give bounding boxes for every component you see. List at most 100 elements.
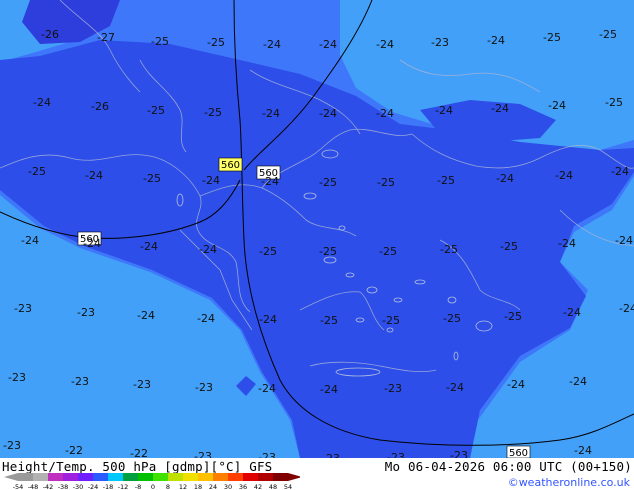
temperature-label: -24 (140, 240, 158, 253)
scale-tick-label: 48 (269, 483, 277, 490)
temperature-label: -24 (619, 302, 634, 315)
scale-right-arrow (288, 473, 300, 481)
temperature-label: -25 (147, 104, 165, 117)
temperature-label: -24 (263, 38, 281, 51)
scale-tick-label: 36 (239, 483, 247, 490)
scale-tick-label: 30 (224, 483, 232, 490)
scale-tick-label: -48 (28, 483, 39, 490)
temperature-label: -24 (507, 378, 525, 391)
temperature-label: -25 (377, 176, 395, 189)
temperature-label: -25 (379, 245, 397, 258)
temperature-label: -24 (320, 383, 338, 396)
temperature-label: -25 (440, 243, 458, 256)
temperature-label: -24 (85, 169, 103, 182)
temperature-label: -24 (262, 107, 280, 120)
temperature-label: -24 (563, 306, 581, 319)
temperature-label: -25 (320, 314, 338, 327)
temperature-label: -24 (83, 237, 101, 250)
temperature-label: -23 (387, 451, 405, 458)
temperature-label: -23 (194, 450, 212, 458)
scale-tick-label: 18 (194, 483, 202, 490)
temperature-label: -24 (376, 107, 394, 120)
scale-tick-label: -18 (103, 483, 114, 490)
temperature-label: -24 (259, 313, 277, 326)
temperature-label: -24 (33, 96, 51, 109)
temperature-label: -25 (599, 28, 617, 41)
temperature-label: -24 (137, 309, 155, 322)
scale-tick-label: 24 (209, 483, 217, 490)
temperature-label: -22 (130, 447, 148, 458)
color-swatches (4, 473, 300, 481)
weather-map: 560 560 560 560 -26 -27 -25 -25 -24 -24 -24 -23… (0, 0, 634, 458)
scale-swatch (258, 473, 273, 481)
temperature-label: -24 (574, 444, 592, 457)
temperature-label: -24 (496, 172, 514, 185)
scale-tick-label: 42 (254, 483, 262, 490)
temperature-label: -24 (258, 382, 276, 395)
scale-swatch (18, 473, 33, 481)
color-scale-bar: -54 -48 -42 -38 -30 -24 -18 -12 -8 0 8 12 18 24 30 36 42… (4, 473, 300, 490)
temperature-label: -22 (65, 444, 83, 457)
scale-left-arrow (4, 473, 18, 481)
scale-swatch (138, 473, 153, 481)
temperature-label: -25 (259, 245, 277, 258)
copyright-link[interactable]: ©weatheronline.co.uk (508, 476, 630, 489)
scale-swatch (198, 473, 213, 481)
temperature-label: -23 (450, 449, 468, 458)
scale-swatch (108, 473, 123, 481)
temperature-label: -26 (41, 28, 59, 41)
temperature-label: -27 (97, 31, 115, 44)
scale-swatch (273, 473, 288, 481)
scale-tick-label: -30 (73, 483, 84, 490)
temperature-label: -24 (202, 174, 220, 187)
temperature-label: -25 (504, 310, 522, 323)
contour-label: 560 (221, 160, 240, 171)
temperature-label: -24 (376, 38, 394, 51)
scale-swatch (123, 473, 138, 481)
temperature-label: -24 (569, 375, 587, 388)
temperature-label: -25 (605, 96, 623, 109)
temperature-label: -25 (543, 31, 561, 44)
temperature-label: -24 (491, 102, 509, 115)
temperature-label: -23 (71, 375, 89, 388)
temperature-label: -24 (611, 165, 629, 178)
temperature-label: -24 (319, 107, 337, 120)
temperature-label: -26 (91, 100, 109, 113)
scale-swatch (48, 473, 63, 481)
temperature-label: -25 (207, 36, 225, 49)
scale-swatch (33, 473, 48, 481)
temperature-label: -24 (199, 243, 217, 256)
scale-tick-label: 12 (179, 483, 187, 490)
temperature-label: -23 (14, 302, 32, 315)
temperature-label: -24 (615, 234, 633, 247)
scale-swatch (93, 473, 108, 481)
scale-swatch (228, 473, 243, 481)
temperature-label: -25 (204, 106, 222, 119)
scale-swatch (153, 473, 168, 481)
temperature-label: -24 (319, 38, 337, 51)
scale-swatch (243, 473, 258, 481)
valid-datetime: Mo 06-04-2026 06:00 UTC (00+150) (384, 459, 632, 474)
scale-swatch (213, 473, 228, 481)
color-scale-ticks: -54 -48 -42 -38 -30 -24 -18 -12 -8 0 8 12 18 24 30 36 42… (13, 483, 292, 490)
temperature-label: -24 (446, 381, 464, 394)
temperature-label: -24 (21, 234, 39, 247)
temperature-label: -24 (197, 312, 215, 325)
temperature-label: -23 (258, 451, 276, 458)
temperature-label: -24 (261, 175, 279, 188)
temperature-label: -25 (143, 172, 161, 185)
temperature-label: -25 (500, 240, 518, 253)
temperature-label: -24 (548, 99, 566, 112)
temperature-label: -23 (431, 36, 449, 49)
scale-swatch (78, 473, 93, 481)
temperature-label: -24 (558, 237, 576, 250)
scale-tick-label: 8 (166, 483, 170, 490)
scale-swatch (168, 473, 183, 481)
temperature-label: -25 (319, 176, 337, 189)
temperature-label: -23 (77, 306, 95, 319)
temperature-label: -25 (28, 165, 46, 178)
temperature-label: -25 (319, 245, 337, 258)
scale-swatch (183, 473, 198, 481)
temperature-label: -24 (555, 169, 573, 182)
temperature-label: -23 (195, 381, 213, 394)
